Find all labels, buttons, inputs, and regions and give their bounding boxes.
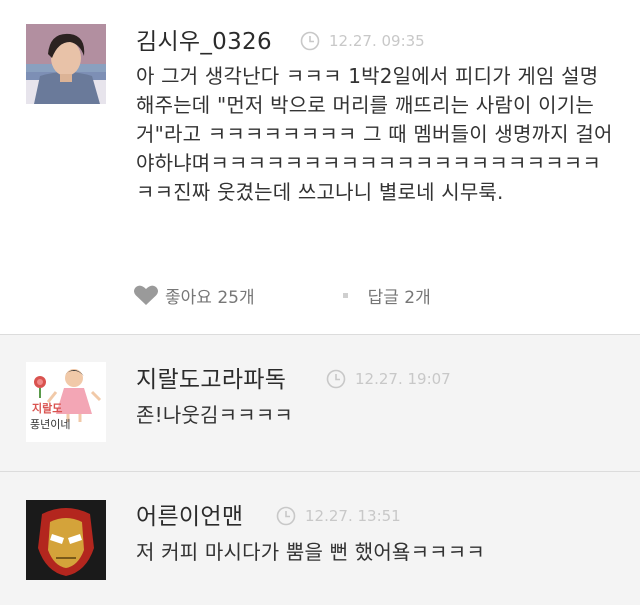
clock-icon [276, 506, 296, 526]
avatar-caption-line1: 지랄도 [32, 401, 62, 415]
avatar-illustration: 지랄도 풍년이네 [26, 362, 106, 442]
divider-dot [342, 292, 348, 298]
like-button[interactable]: 좋아요 25개 [165, 283, 255, 308]
comment-item: 지랄도 풍년이네 지랄도고라파독 12.27. 19:07 존!나웃김ㅋㅋㅋㅋ [0, 335, 640, 472]
comment-author[interactable]: 김시우_0326 [136, 22, 272, 56]
comment-author[interactable]: 어른이언맨 [136, 497, 243, 531]
clock-icon [326, 369, 346, 389]
comment-item: 어른이언맨 12.27. 13:51 저 커피 마시다가 뿜을 뻔 했어욬ㅋㅋㅋ… [0, 472, 640, 605]
comment-item: 김시우_0326 12.27. 09:35 아 그거 생각난다 ㅋㅋㅋ 1박2일… [0, 0, 640, 335]
comment-time-text: 12.27. 13:51 [305, 507, 401, 525]
comment-body: 존!나웃김ㅋㅋㅋㅋ [136, 403, 294, 427]
avatar[interactable] [26, 500, 106, 580]
comment-time-text: 12.27. 19:07 [355, 370, 451, 388]
heart-icon[interactable] [133, 284, 159, 306]
avatar[interactable]: 지랄도 풍년이네 [26, 362, 106, 442]
reply-button[interactable]: 답글 2개 [368, 283, 431, 308]
avatar-photo [26, 24, 106, 104]
comment-author[interactable]: 지랄도고라파독 [136, 360, 286, 394]
comment-body: 아 그거 생각난다 ㅋㅋㅋ 1박2일에서 피디가 게임 설명해주는데 "먼저 박… [136, 64, 613, 204]
comment-time-text: 12.27. 09:35 [329, 32, 425, 50]
comment-timestamp: 12.27. 13:51 [276, 506, 401, 526]
comment-body: 저 커피 마시다가 뿜을 뻔 했어욬ㅋㅋㅋㅋ [136, 540, 485, 564]
comment-timestamp: 12.27. 19:07 [326, 369, 451, 389]
comment-actions: 좋아요 25개 답글 2개 [133, 282, 431, 308]
avatar-ironman [26, 500, 106, 580]
comment-timestamp: 12.27. 09:35 [300, 31, 425, 51]
avatar[interactable] [26, 24, 106, 104]
clock-icon [300, 31, 320, 51]
avatar-caption-line2: 풍년이네 [30, 418, 70, 431]
